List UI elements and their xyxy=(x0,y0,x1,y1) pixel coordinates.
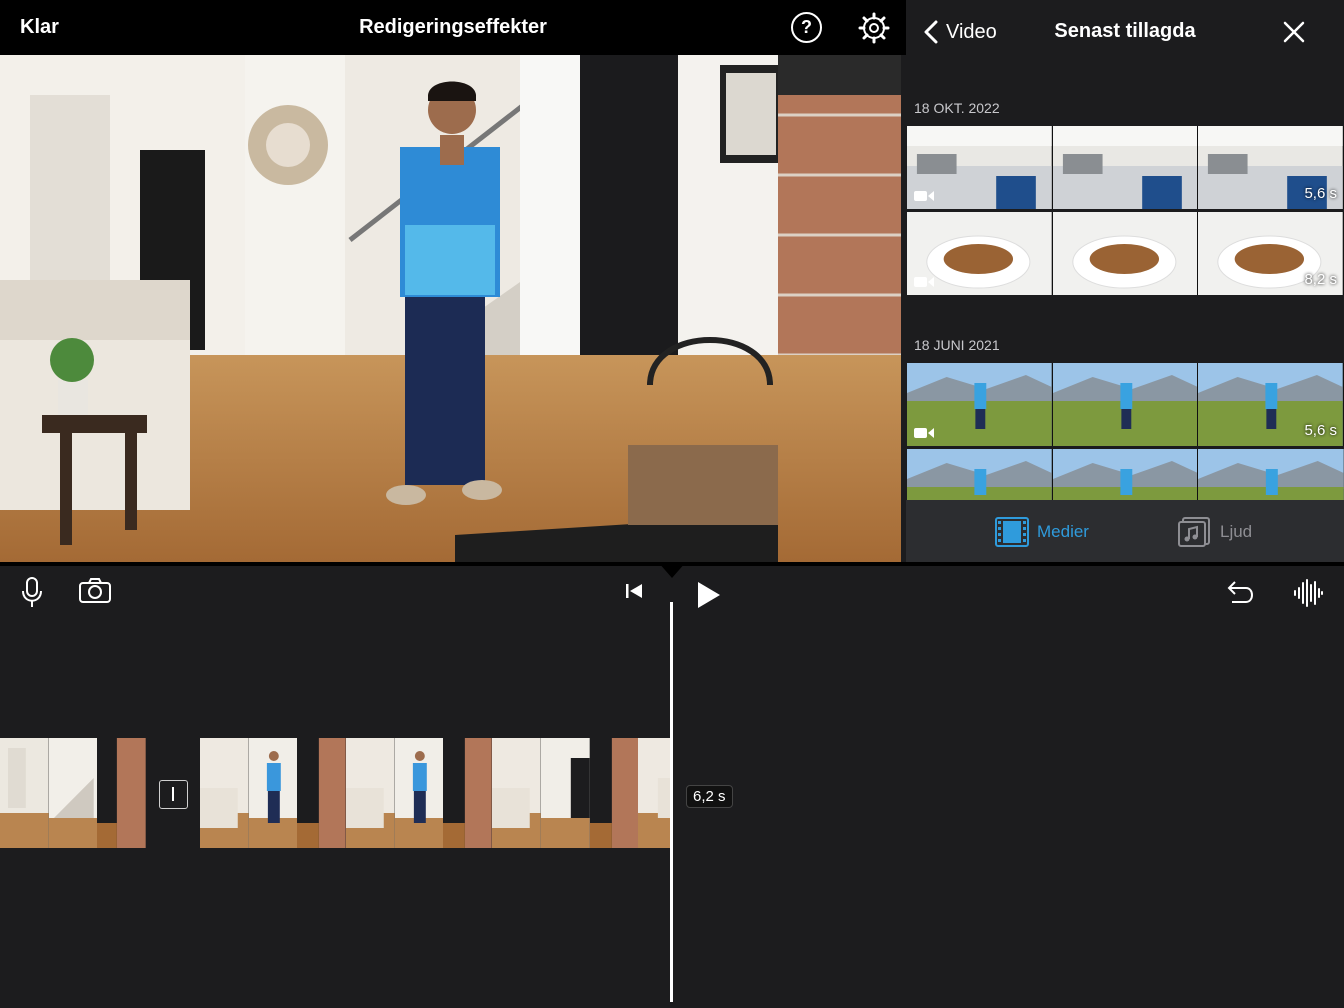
clip-frame xyxy=(443,738,493,848)
audio-waveform-button[interactable] xyxy=(1292,578,1324,613)
date-header: 18 JUNI 2021 xyxy=(914,337,1000,353)
video-camera-icon xyxy=(914,428,934,438)
camera-icon xyxy=(79,578,111,603)
clip-frame xyxy=(200,738,249,848)
media-browser: Video Senast tillagda 18 OKT. 2022 5,6 s xyxy=(906,0,1344,562)
settings-button[interactable] xyxy=(857,11,891,45)
video-camera-icon xyxy=(914,191,934,201)
media-item-kitchen[interactable]: 5,6 s xyxy=(907,126,1344,209)
video-thumbnail xyxy=(1198,449,1344,500)
microphone-icon xyxy=(22,577,42,607)
duration-label: 5,6 s xyxy=(1304,185,1337,202)
video-frame xyxy=(0,55,901,562)
clip-frame xyxy=(492,738,541,848)
close-icon xyxy=(1283,21,1305,43)
gear-icon xyxy=(858,12,890,44)
audio-waveform-icon xyxy=(1294,579,1323,607)
clip-frame xyxy=(346,738,395,848)
close-button[interactable] xyxy=(1282,20,1306,44)
video-thumbnail xyxy=(1052,363,1199,446)
timeline[interactable]: 6,2 s xyxy=(0,562,1344,1008)
tab-media-label: Medier xyxy=(1037,522,1089,541)
film-icon xyxy=(995,517,1029,547)
tab-audio[interactable]: Ljud xyxy=(1178,516,1252,548)
video-thumbnail xyxy=(1052,126,1199,209)
duration-label: 8,2 s xyxy=(1304,271,1337,288)
clip-frame xyxy=(0,738,49,848)
video-thumbnail xyxy=(1052,449,1199,500)
video-camera-icon xyxy=(914,277,934,287)
clip-frame xyxy=(97,738,147,848)
transition-button[interactable] xyxy=(159,780,188,809)
clip-frame xyxy=(297,738,347,848)
media-item-cookies[interactable]: 8,2 s xyxy=(907,212,1344,295)
media-item-meadow[interactable]: 5,6 s xyxy=(907,363,1344,446)
date-header: 18 OKT. 2022 xyxy=(914,100,1000,116)
editor-title: Redigeringseffekter xyxy=(359,16,547,38)
clip-frame xyxy=(248,738,298,848)
media-item-meadow[interactable] xyxy=(907,449,1344,500)
undo-button[interactable] xyxy=(1226,578,1256,611)
timeline-clip[interactable] xyxy=(200,738,670,848)
clip-frame xyxy=(48,738,98,848)
video-viewer[interactable] xyxy=(0,55,901,562)
playhead[interactable] xyxy=(670,602,673,1002)
help-icon: ? xyxy=(801,17,812,37)
skip-to-start-icon xyxy=(626,584,642,598)
clip-frame xyxy=(589,738,639,848)
duration-label: 5,6 s xyxy=(1304,422,1337,439)
editor-toolbar: Klar Redigeringseffekter ? xyxy=(0,0,906,55)
skip-to-start-button[interactable] xyxy=(624,582,644,605)
clip-duration-badge: 6,2 s xyxy=(686,785,733,808)
help-button[interactable]: ? xyxy=(791,12,822,43)
undo-icon xyxy=(1227,581,1253,603)
video-thumbnail xyxy=(1052,212,1199,295)
play-button[interactable] xyxy=(696,580,722,615)
play-icon xyxy=(698,582,720,608)
timeline-clip[interactable] xyxy=(0,738,148,848)
video-thumbnail xyxy=(907,449,1053,500)
browser-title: Senast tillagda xyxy=(1054,20,1196,42)
tab-audio-label: Ljud xyxy=(1220,522,1253,541)
voiceover-button[interactable] xyxy=(20,576,44,615)
music-note-icon xyxy=(1178,517,1210,547)
clip-frame xyxy=(394,738,444,848)
clip-frame xyxy=(540,738,590,848)
tab-media[interactable]: Medier xyxy=(995,516,1089,548)
camera-button[interactable] xyxy=(78,578,112,609)
playhead-marker xyxy=(658,562,686,578)
browser-tab-bar: Medier Ljud xyxy=(906,500,1344,562)
clip-frame xyxy=(638,738,670,848)
